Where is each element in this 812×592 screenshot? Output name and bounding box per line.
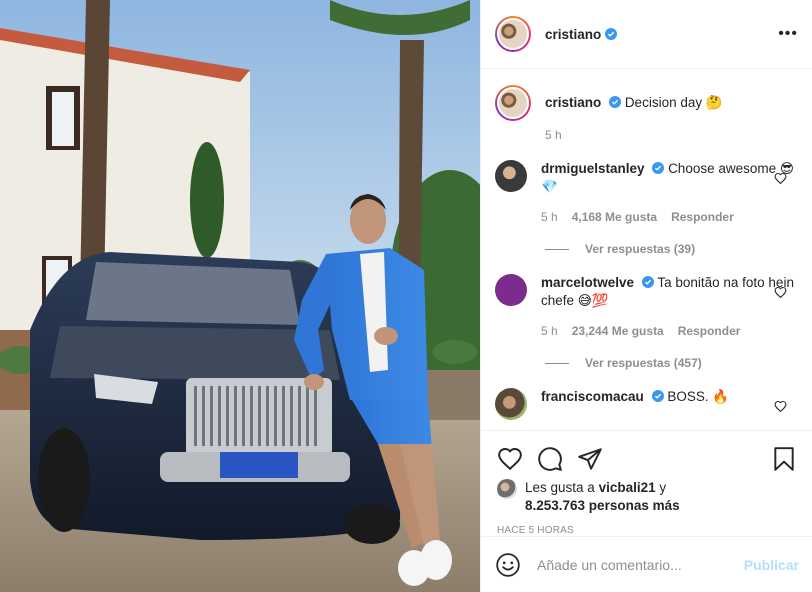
comment-time: 5 h bbox=[541, 210, 558, 224]
verified-badge-icon bbox=[651, 390, 664, 402]
caption-text: Decision day 🤔 bbox=[624, 95, 723, 110]
post-photo[interactable] bbox=[0, 0, 480, 592]
heart-icon[interactable] bbox=[497, 446, 523, 472]
comment-item: marcelotwelve Ta bonitão na foto hein ch… bbox=[495, 274, 797, 340]
comment-body: marcelotwelve Ta bonitão na foto hein ch… bbox=[541, 274, 797, 340]
view-replies-label: Ver respuestas (39) bbox=[585, 242, 696, 256]
share-icon[interactable] bbox=[577, 446, 603, 472]
caption-meta: 5 h bbox=[545, 126, 797, 144]
verified-badge-icon bbox=[609, 96, 622, 108]
view-replies-button[interactable]: Ver respuestas (457) bbox=[545, 356, 797, 370]
liked-by: Les gusta a vicbali21 y 8.253.763 person… bbox=[481, 477, 812, 515]
like-comment-heart-icon[interactable] bbox=[774, 400, 787, 413]
publish-button[interactable]: Publicar bbox=[744, 557, 799, 573]
liked-by-prefix: Les gusta a bbox=[525, 480, 595, 495]
comment-icon[interactable] bbox=[537, 446, 563, 472]
comment-input[interactable] bbox=[537, 556, 744, 573]
author-username[interactable]: cristiano bbox=[545, 27, 601, 42]
post-side-panel: cristiano ••• cristiano Decision day 🤔 5… bbox=[480, 0, 812, 592]
caption-username[interactable]: cristiano bbox=[545, 95, 601, 110]
post-time-ago[interactable]: HACE 5 HORAS bbox=[481, 515, 812, 536]
post-actions: Les gusta a vicbali21 y 8.253.763 person… bbox=[481, 430, 812, 592]
post-photo-illustration bbox=[0, 0, 480, 592]
action-icons bbox=[481, 431, 812, 477]
comment-username[interactable]: drmiguelstanley bbox=[541, 161, 645, 176]
comment-item: drmiguelstanley Choose awesome 😎💎 5 h 4,… bbox=[495, 160, 797, 226]
caption-body: cristiano Decision day 🤔 5 h bbox=[545, 94, 797, 144]
comment-likes[interactable]: 23,244 Me gusta bbox=[572, 322, 664, 340]
caption-author-avatar[interactable] bbox=[495, 85, 531, 121]
view-replies-button[interactable]: Ver respuestas (39) bbox=[545, 242, 797, 256]
commenter-avatar[interactable] bbox=[495, 388, 527, 420]
commenter-avatar[interactable] bbox=[495, 274, 527, 306]
commenter-avatar-image bbox=[495, 160, 527, 192]
commenter-avatar-image bbox=[495, 274, 527, 306]
post-caption: cristiano Decision day 🤔 5 h bbox=[495, 85, 797, 144]
view-replies-line bbox=[545, 248, 569, 250]
view-replies-label: Ver respuestas (457) bbox=[585, 356, 702, 370]
comment-body: franciscomacau BOSS. 🔥 bbox=[541, 388, 797, 420]
reply-button[interactable]: Responder bbox=[671, 208, 734, 226]
caption-author-avatar-image bbox=[497, 87, 529, 119]
comments-list[interactable]: cristiano Decision day 🤔 5 h drmiguelsta… bbox=[481, 69, 812, 429]
liked-by-count[interactable]: 8.253.763 personas más bbox=[525, 498, 680, 513]
reply-button[interactable]: Responder bbox=[678, 322, 741, 340]
post-header: cristiano ••• bbox=[481, 0, 812, 69]
comment-likes[interactable]: 4,168 Me gusta bbox=[572, 208, 657, 226]
author-avatar[interactable] bbox=[495, 16, 531, 52]
comment-meta: 5 h 23,244 Me gusta Responder bbox=[541, 322, 797, 340]
caption-time: 5 h bbox=[545, 128, 562, 142]
verified-badge-icon bbox=[605, 28, 618, 40]
like-comment-heart-icon[interactable] bbox=[774, 172, 787, 185]
bookmark-icon[interactable] bbox=[771, 446, 797, 472]
more-options-icon[interactable]: ••• bbox=[778, 25, 798, 43]
commenter-avatar-image bbox=[495, 388, 527, 420]
instagram-post: cristiano ••• cristiano Decision day 🤔 5… bbox=[0, 0, 812, 592]
comment-text: BOSS. 🔥 bbox=[667, 389, 730, 404]
liker-avatar[interactable] bbox=[497, 479, 517, 499]
comment-username[interactable]: marcelotwelve bbox=[541, 275, 634, 290]
commenter-avatar[interactable] bbox=[495, 160, 527, 192]
verified-badge-icon bbox=[652, 162, 665, 174]
view-replies-line bbox=[545, 362, 569, 364]
comment-time: 5 h bbox=[541, 324, 558, 338]
liked-by-user[interactable]: vicbali21 bbox=[599, 480, 656, 495]
liked-by-and: y bbox=[659, 480, 667, 495]
comment-body: drmiguelstanley Choose awesome 😎💎 5 h 4,… bbox=[541, 160, 797, 226]
comment-meta: 5 h 4,168 Me gusta Responder bbox=[541, 208, 797, 226]
author-avatar-image bbox=[497, 18, 529, 50]
like-comment-heart-icon[interactable] bbox=[774, 286, 787, 299]
comment-item: franciscomacau BOSS. 🔥 bbox=[495, 388, 797, 420]
comment-username[interactable]: franciscomacau bbox=[541, 389, 644, 404]
liked-by-text: Les gusta a vicbali21 y 8.253.763 person… bbox=[525, 479, 680, 515]
add-comment-bar: Publicar bbox=[481, 536, 812, 592]
verified-badge-icon bbox=[641, 276, 654, 288]
emoji-icon[interactable] bbox=[495, 552, 521, 578]
